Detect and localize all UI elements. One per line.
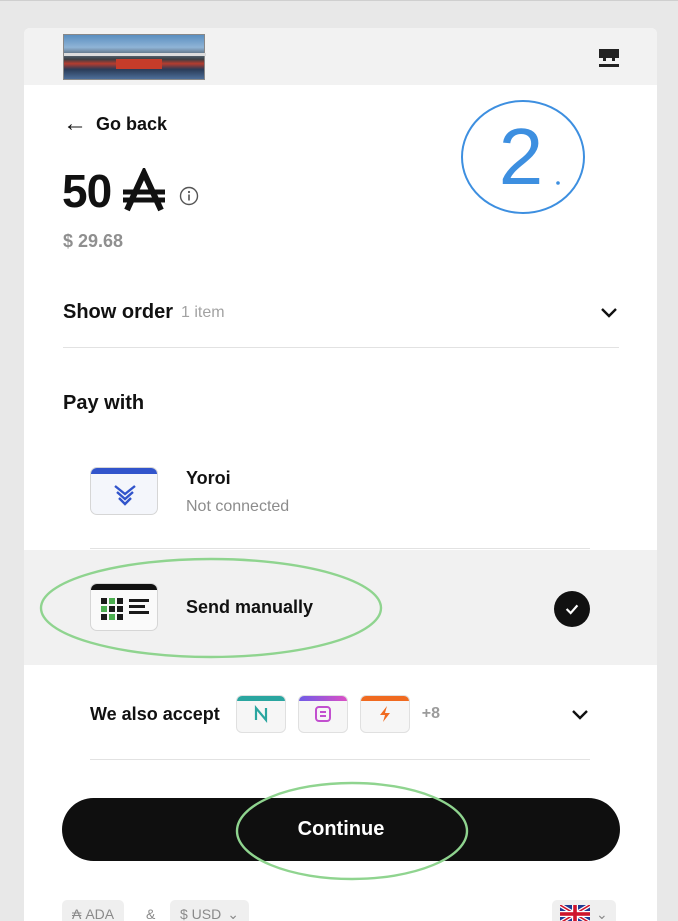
merchant-logo-image xyxy=(63,34,206,80)
chevron-down-icon xyxy=(572,710,588,720)
ada-symbol-icon: ₳ xyxy=(72,906,82,921)
step-number: 2 xyxy=(499,112,544,201)
yoroi-wallet-icon xyxy=(90,467,158,515)
step-annotation: 2 xyxy=(461,100,585,214)
send-manually-name: Send manually xyxy=(186,597,314,617)
ampersand: & xyxy=(146,906,156,921)
fiat-currency-selector[interactable]: $ USD ⌄ xyxy=(170,900,249,921)
show-order-label: Show order xyxy=(63,300,174,323)
fiat-amount: $ 29.68 xyxy=(63,231,124,251)
qr-code-icon xyxy=(90,583,158,631)
language-selector[interactable]: ⌄ xyxy=(552,900,616,921)
amount-display: 50 xyxy=(62,164,199,218)
flint-wallet-icon xyxy=(359,695,410,733)
show-order-toggle[interactable]: Show order 1 item xyxy=(63,292,619,332)
chevron-down-icon: ⌄ xyxy=(596,905,608,921)
token-label: ADA xyxy=(85,906,115,921)
uk-flag-icon xyxy=(560,905,590,921)
amount-value: 50 xyxy=(62,165,112,217)
yoroi-name: Yoroi xyxy=(186,468,231,488)
fiat-currency-label: $ USD xyxy=(180,906,222,921)
pay-with-heading: Pay with xyxy=(63,392,145,414)
divider xyxy=(90,759,590,760)
divider xyxy=(63,347,619,348)
payment-method-yoroi[interactable]: Yoroi Not connected xyxy=(24,458,657,538)
more-wallets-count: +8 xyxy=(421,705,440,722)
continue-button[interactable]: Continue xyxy=(62,798,620,861)
info-icon[interactable] xyxy=(179,186,199,206)
we-also-accept-toggle[interactable]: We also accept +8 xyxy=(90,694,590,734)
nami-wallet-icon xyxy=(235,695,286,733)
divider xyxy=(90,548,590,549)
header-bar xyxy=(24,28,657,85)
checkout-card: ← Go back 2 50 $ 29.68 Show order 1 item… xyxy=(24,28,657,921)
we-also-accept-label: We also accept xyxy=(90,703,220,724)
selected-check-icon xyxy=(554,591,590,627)
yoroi-status: Not connected xyxy=(186,498,290,515)
ada-symbol-icon xyxy=(123,168,166,212)
top-border xyxy=(0,0,678,1)
go-back-label: Go back xyxy=(96,113,168,134)
token-selector[interactable]: ₳ ADA xyxy=(62,900,125,921)
store-icon[interactable] xyxy=(598,48,620,68)
go-back-link[interactable]: ← Go back xyxy=(63,110,167,138)
footer-bar: ₳ ADA & $ USD ⌄ ⌄ xyxy=(62,900,620,921)
chevron-down-icon: ⌄ xyxy=(227,905,239,921)
chevron-down-icon xyxy=(601,308,617,318)
order-item-count: 1 item xyxy=(181,304,225,321)
arrow-left-icon: ← xyxy=(63,110,87,137)
eternl-wallet-icon xyxy=(297,695,348,733)
